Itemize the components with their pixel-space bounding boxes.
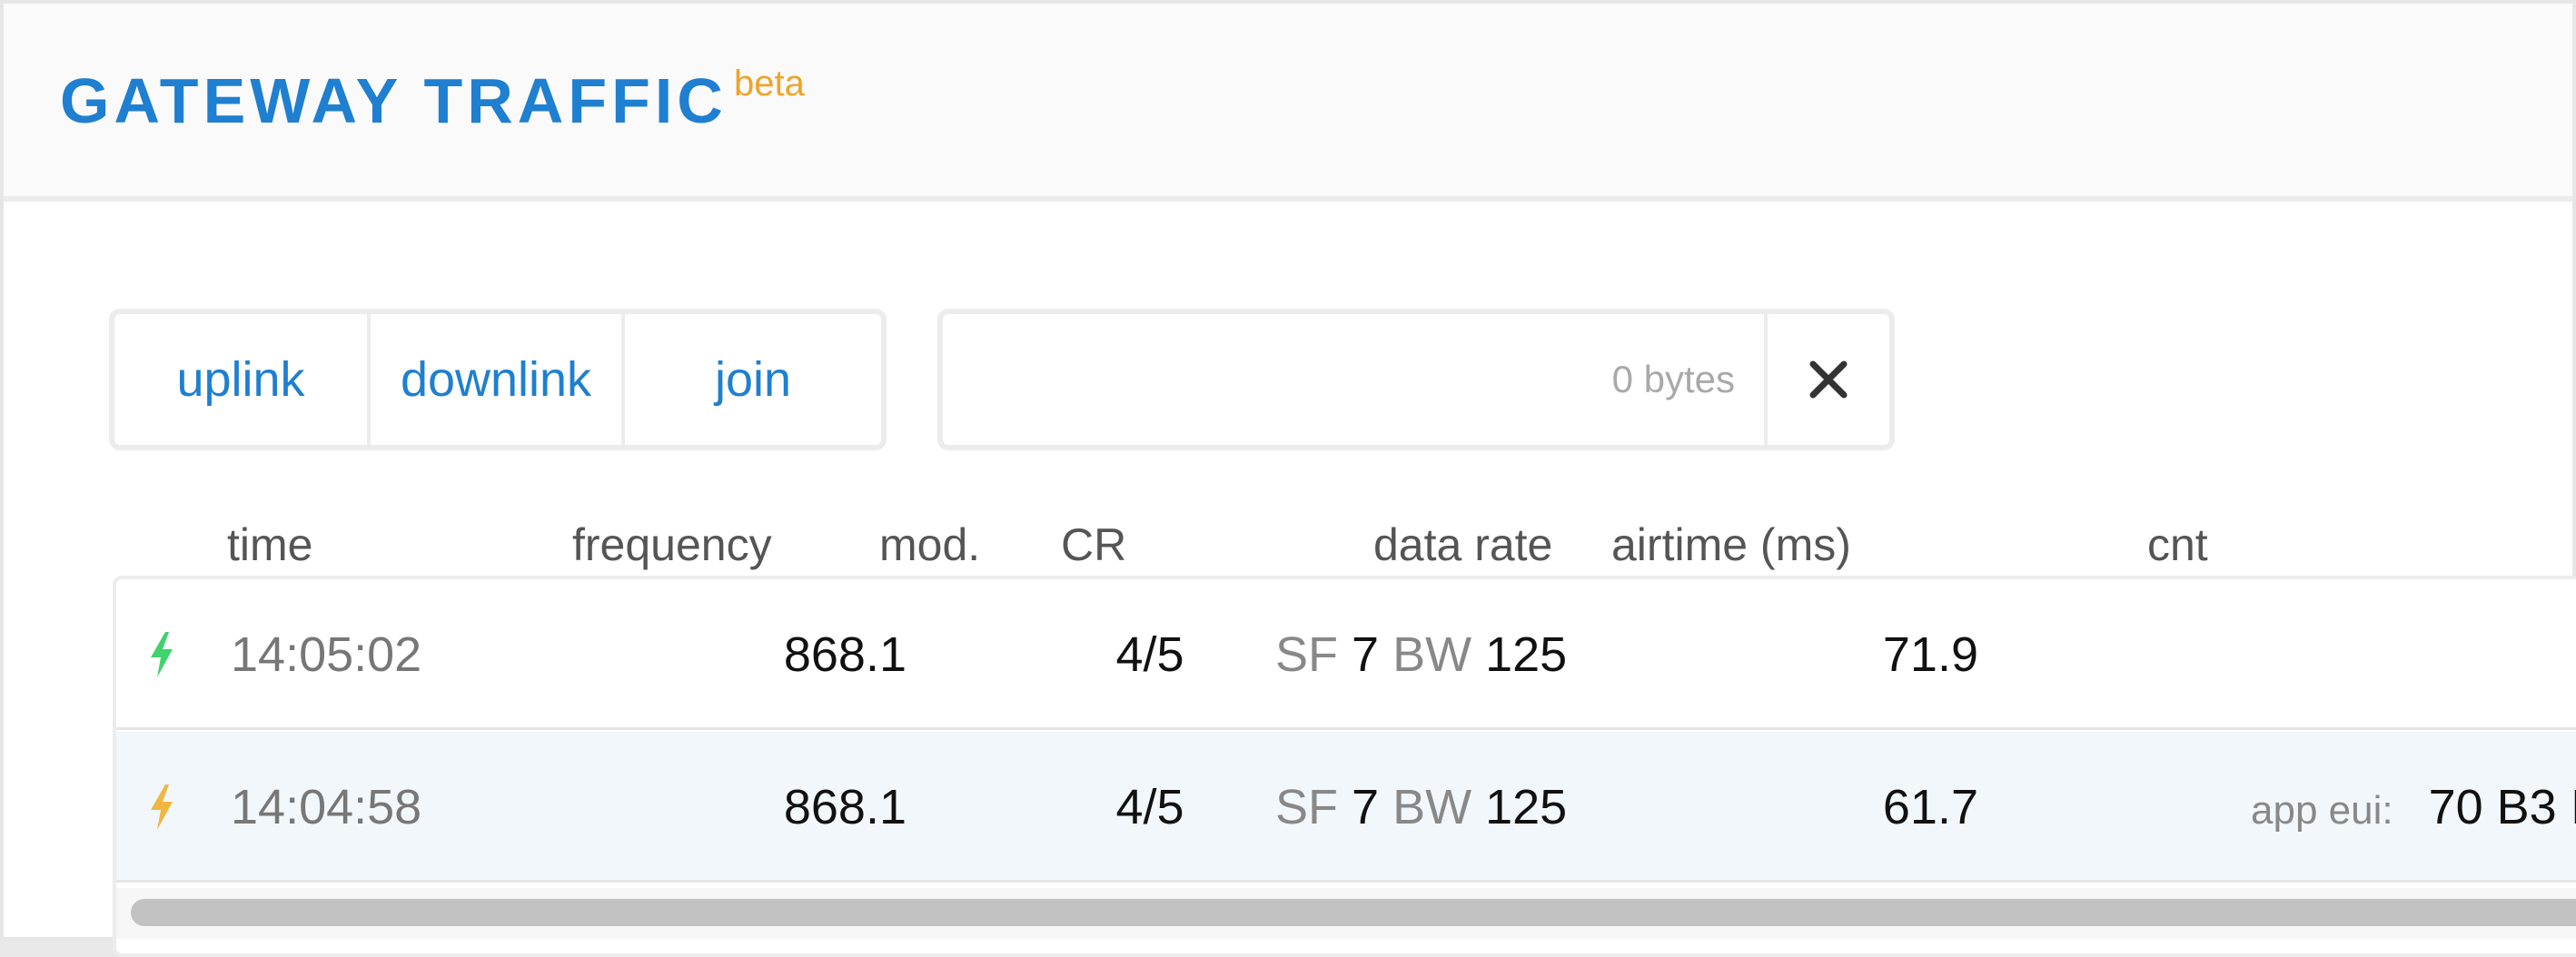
row-data-rate: SF 7 BW 125 — [1275, 579, 1567, 730]
sf-label: SF — [1275, 780, 1339, 834]
payload-filter — [937, 309, 1895, 450]
clear-filter-button[interactable] — [1764, 314, 1889, 445]
join-filter-button[interactable]: join — [625, 314, 881, 445]
row-time: 14:04:58 — [231, 780, 422, 834]
row-frequency: 868.1 — [783, 627, 907, 682]
app-eui-label: app eui: — [2251, 788, 2393, 833]
gateway-traffic-panel: GATEWAY TRAFFIC beta uplink downlink joi… — [0, 0, 2576, 957]
bw-label: BW — [1392, 627, 1472, 682]
table-row[interactable]: 14:04:58 868.1 4/5 SF 7 BW 125 61.7 app … — [116, 732, 2576, 883]
sf-value: 7 — [1352, 780, 1380, 834]
scrollbar-thumb[interactable] — [131, 899, 2576, 926]
uplink-filter-button[interactable]: uplink — [114, 314, 371, 445]
sf-label: SF — [1275, 627, 1339, 682]
column-header-data-rate: data rate — [1373, 519, 1553, 570]
panel-header: GATEWAY TRAFFIC beta — [4, 4, 2572, 202]
bw-label: BW — [1392, 780, 1472, 834]
close-icon — [1809, 360, 1848, 399]
uplink-bolt-icon — [151, 632, 173, 677]
column-header-modulation: mod. — [879, 519, 981, 570]
app-eui-value: 70 B3 I — [2428, 780, 2576, 834]
column-header-frequency: frequency — [572, 519, 772, 570]
sf-value: 7 — [1352, 627, 1380, 682]
bw-value: 125 — [1485, 627, 1568, 682]
row-coding-rate: 4/5 — [1115, 627, 1184, 682]
column-header-count: cnt — [2147, 519, 2208, 570]
page-title: GATEWAY TRAFFIC — [60, 65, 728, 136]
table-row[interactable]: 14:05:02 868.1 4/5 SF 7 BW 125 71.9 — [116, 579, 2576, 730]
column-header-coding-rate: CR — [1061, 519, 1127, 570]
row-airtime: 71.9 — [1882, 627, 1978, 682]
message-type-filter: uplink downlink join — [109, 309, 887, 450]
row-coding-rate: 4/5 — [1115, 780, 1184, 834]
row-airtime: 61.7 — [1882, 780, 1978, 834]
column-header-airtime: airtime (ms) — [1611, 519, 1851, 570]
row-app-eui: app eui: 70 B3 I — [2251, 732, 2576, 883]
row-time: 14:05:02 — [231, 627, 422, 682]
horizontal-scrollbar[interactable] — [116, 888, 2576, 939]
column-header-time: time — [227, 519, 313, 570]
row-data-rate: SF 7 BW 125 — [1275, 732, 1567, 883]
beta-badge: beta — [734, 64, 805, 104]
bw-value: 125 — [1485, 780, 1568, 834]
traffic-table: 14:05:02 868.1 4/5 SF 7 BW 125 71.9 14:0… — [113, 576, 2576, 957]
join-bolt-icon — [151, 784, 173, 830]
row-frequency: 868.1 — [783, 780, 907, 834]
downlink-filter-button[interactable]: downlink — [371, 314, 625, 445]
payload-filter-input[interactable] — [943, 314, 1764, 445]
